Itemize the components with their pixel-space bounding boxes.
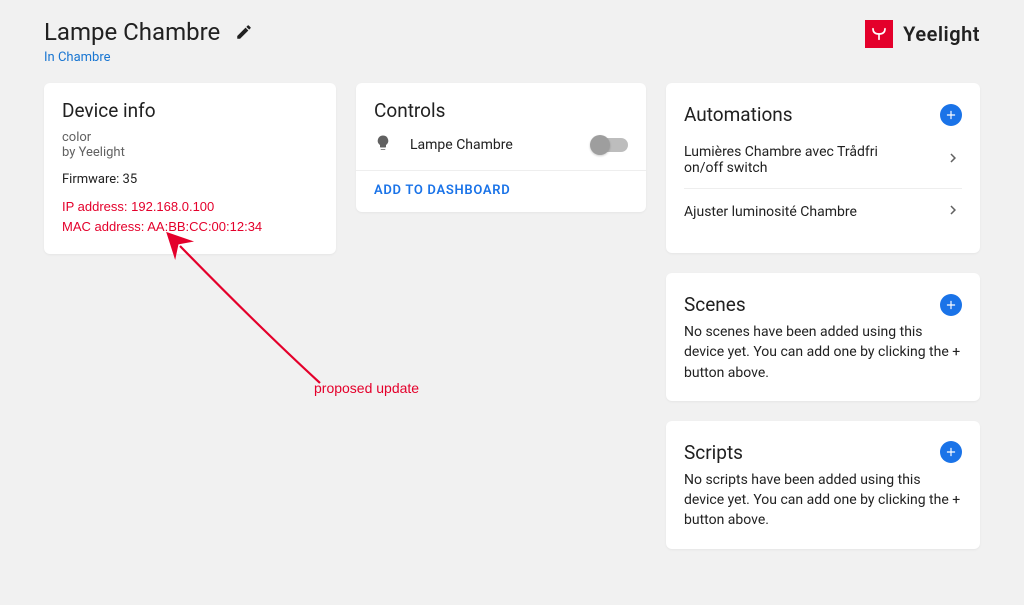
title-block: Lampe Chambre In Chambre [44,18,258,65]
device-manufacturer: by Yeelight [62,145,318,160]
automation-label: Lumières Chambre avec Trådfri on/off swi… [684,144,914,176]
brand-badge: Yeelight [865,20,980,48]
device-ip: IP address: 192.168.0.100 [62,197,318,217]
add-automation-button[interactable] [940,104,962,126]
location-prefix: In [44,50,58,65]
scenes-title: Scenes [684,293,746,316]
scripts-card: Scripts No scripts have been added using… [666,421,980,549]
automation-item[interactable]: Ajuster luminosité Chambre [684,188,962,235]
add-script-button[interactable] [940,441,962,463]
device-mac: MAC address: AA:BB:CC:00:12:34 [62,217,318,237]
plus-icon [944,445,958,459]
lightbulb-icon [374,134,392,156]
scenes-card: Scenes No scenes have been added using t… [666,273,980,401]
add-scene-button[interactable] [940,294,962,316]
control-entity-name: Lampe Chambre [410,137,513,153]
left-column: Device info color by Yeelight Firmware: … [44,83,336,254]
automation-item[interactable]: Lumières Chambre avec Trådfri on/off swi… [684,132,962,188]
yeelight-logo-icon [865,20,893,48]
middle-column: Controls Lampe Chambre ADD TO DASHBOARD [356,83,646,212]
controls-card: Controls Lampe Chambre ADD TO DASHBOARD [356,83,646,212]
device-model: color [62,130,318,145]
scenes-empty-text: No scenes have been added using this dev… [684,322,962,383]
edit-name-button[interactable] [230,18,258,46]
power-toggle[interactable] [592,138,628,152]
right-column: Automations Lumières Chambre avec Trådfr… [666,83,980,549]
device-firmware: Firmware: 35 [62,172,318,187]
automations-title: Automations [684,103,793,126]
plus-icon [944,108,958,122]
controls-title: Controls [374,99,628,122]
device-page: Lampe Chambre In Chambre Yeelight Device… [0,0,1024,605]
plus-icon [944,298,958,312]
device-info-card: Device info color by Yeelight Firmware: … [44,83,336,254]
automation-label: Ajuster luminosité Chambre [684,204,857,220]
location-room: Chambre [58,50,111,65]
proposed-fields: IP address: 192.168.0.100 MAC address: A… [62,197,318,236]
add-to-dashboard-button[interactable]: ADD TO DASHBOARD [356,170,646,198]
chevron-right-icon [944,201,962,223]
automations-card: Automations Lumières Chambre avec Trådfr… [666,83,980,253]
location-link[interactable]: In Chambre [44,50,111,65]
control-entity-row[interactable]: Lampe Chambre [374,124,628,170]
device-title: Lampe Chambre [44,18,220,46]
device-info-title: Device info [62,99,318,122]
chevron-right-icon [944,149,962,171]
content-columns: Device info color by Yeelight Firmware: … [44,83,980,549]
scripts-title: Scripts [684,441,743,464]
title-row: Lampe Chambre [44,18,258,46]
scripts-empty-text: No scripts have been added using this de… [684,470,962,531]
brand-name: Yeelight [903,22,980,46]
page-header: Lampe Chambre In Chambre Yeelight [44,18,980,65]
pencil-icon [235,23,253,41]
